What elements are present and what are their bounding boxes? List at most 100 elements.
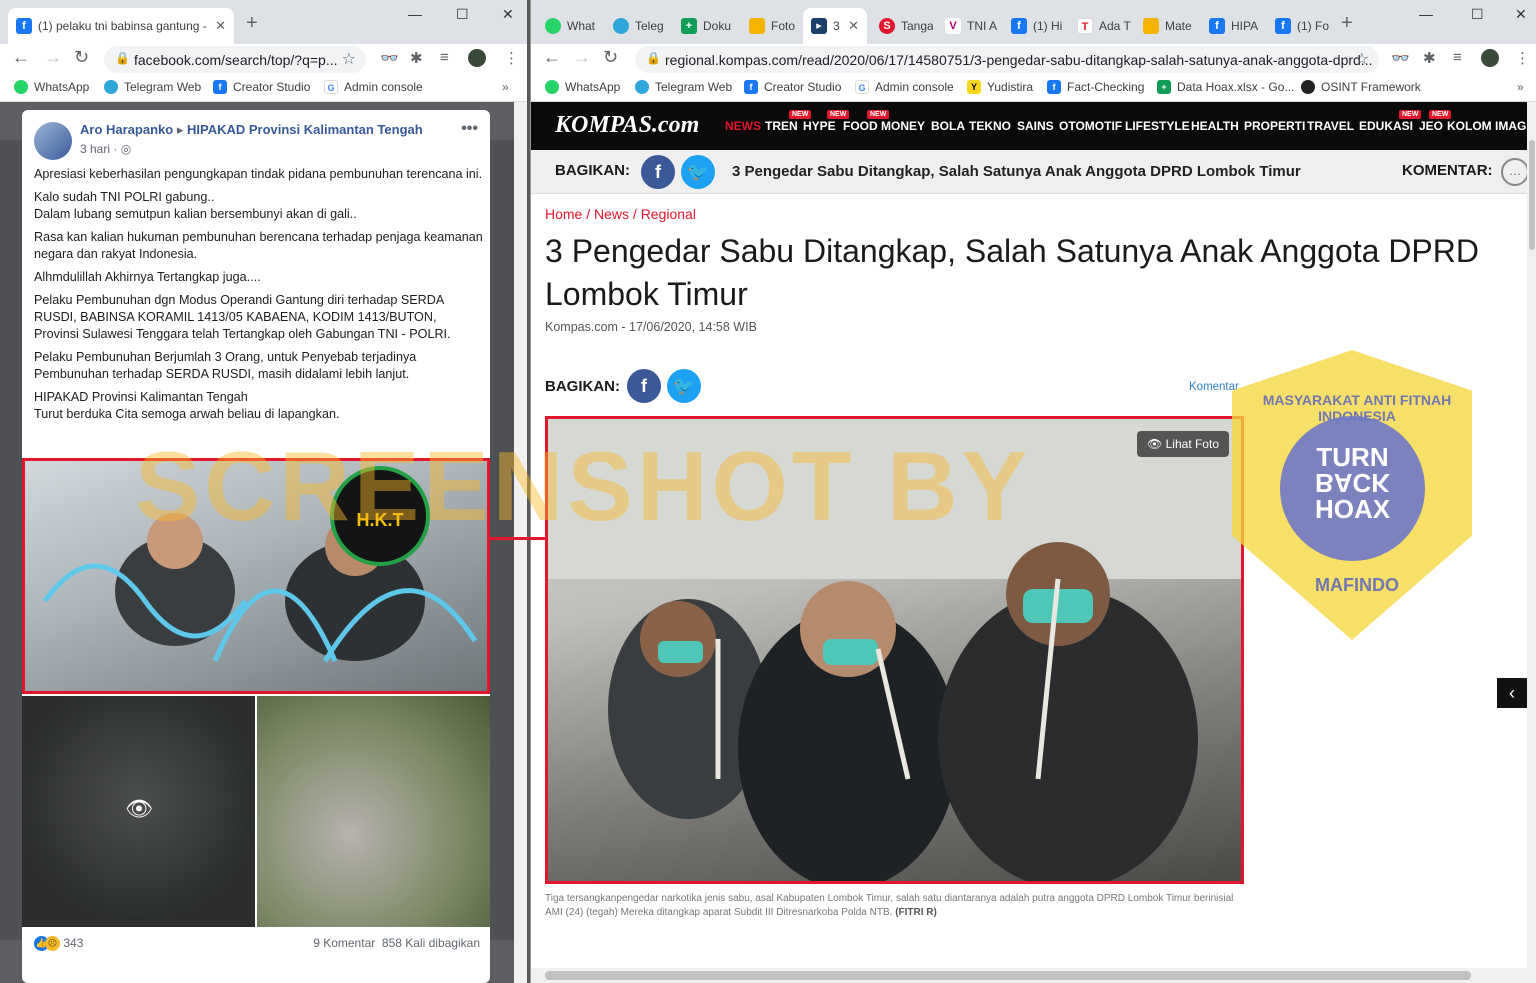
new-tab-icon[interactable]: + [246, 12, 258, 35]
close-window-icon[interactable]: ✕ [1515, 6, 1527, 23]
sad-reaction-icon[interactable]: ☹ [45, 936, 60, 952]
forward-icon[interactable]: → [573, 47, 591, 68]
vertical-scroll-thumb[interactable] [1529, 140, 1535, 250]
close-tab-icon[interactable]: ✕ [848, 18, 859, 34]
address-bar[interactable]: 🔒 regional.kompas.com/read/2020/06/17/14… [635, 46, 1379, 73]
breadcrumb-text[interactable]: Home / News / Regional [545, 206, 696, 222]
maximize-icon[interactable]: ☐ [456, 6, 469, 23]
bookmark-star-icon[interactable]: ☆ [1355, 49, 1369, 69]
lihat-foto-button[interactable]: 👁 Lihat Foto [1137, 431, 1229, 457]
new-tab-icon[interactable]: + [1341, 12, 1353, 35]
menu-lifestyle[interactable]: LIFESTYLE [1125, 119, 1190, 133]
menu-jeo[interactable]: JEO [1419, 119, 1443, 133]
breadcrumb[interactable]: Home / News / Regional [545, 206, 696, 222]
tab-tni[interactable]: V TNI A [937, 8, 999, 44]
tab-telegram[interactable]: Teleg [605, 8, 667, 44]
menu-hype[interactable]: HYPE [803, 119, 836, 133]
tab-doku[interactable]: + Doku [673, 8, 735, 44]
bookmark-admin-console[interactable]: G Admin console [324, 80, 423, 94]
bookmark-creator-studio[interactable]: f Creator Studio [213, 80, 310, 94]
comment-bubble-icon[interactable]: … [1501, 158, 1529, 186]
media-queue-icon[interactable]: ≡ [440, 49, 449, 66]
chevron-left-icon[interactable]: ‹ [1497, 678, 1527, 708]
tab-facebook-search[interactable]: f (1) pelaku tni babinsa gantung - ✕ [8, 8, 234, 44]
back-icon[interactable]: ← [543, 47, 561, 68]
post-photo-blurred-soldier[interactable] [257, 696, 490, 927]
bookmark-data-hoax[interactable]: + Data Hoax.xlsx - Go... [1157, 80, 1294, 94]
post-options-icon[interactable]: ••• [461, 120, 478, 138]
menu-otomotif[interactable]: OTOMOTIF [1059, 119, 1122, 133]
menu-food[interactable]: FOOD [843, 119, 878, 133]
bookmark-whatsapp[interactable]: WhatsApp [545, 80, 620, 94]
tab-facebook-2[interactable]: f (1) Fo [1267, 8, 1329, 44]
reload-icon[interactable]: ↻ [603, 47, 618, 68]
back-icon[interactable]: ← [12, 47, 30, 68]
article-photo-suspects[interactable]: 👁 Lihat Foto [545, 416, 1244, 884]
close-tab-icon[interactable]: ✕ [215, 18, 226, 34]
post-photo-suspects-highlighted[interactable]: H.K.T [22, 458, 490, 694]
author-avatar[interactable] [34, 122, 72, 160]
tab-tanga[interactable]: S Tanga [871, 8, 933, 44]
group-name[interactable]: HIPAKAD Provinsi Kalimantan Tengah [187, 122, 423, 137]
bookmarks-overflow-icon[interactable]: » [1517, 80, 1524, 94]
share-count[interactable]: 858 Kali dibagikan [382, 936, 480, 950]
tab-foto[interactable]: Foto [741, 8, 803, 44]
tab-mate[interactable]: Mate [1135, 8, 1197, 44]
menu-dots-icon[interactable]: ⋮ [1515, 49, 1530, 67]
minimize-icon[interactable]: — [408, 6, 422, 22]
comment-count[interactable]: 9 Komentar [313, 936, 375, 950]
reaction-count[interactable]: 343 [63, 936, 83, 950]
menu-tekno[interactable]: TEKNO [969, 119, 1011, 133]
menu-bola[interactable]: BOLA [931, 119, 965, 133]
facebook-share-icon[interactable]: f [641, 155, 675, 189]
menu-money[interactable]: MONEY [881, 119, 925, 133]
address-bar[interactable]: 🔒 facebook.com/search/top/?q=p... ☆ [104, 46, 366, 73]
media-queue-icon[interactable]: ≡ [1453, 49, 1462, 66]
forward-icon[interactable]: → [44, 47, 62, 68]
post-author-line[interactable]: Aro Harapanko ▸ HIPAKAD Provinsi Kaliman… [80, 122, 423, 138]
horizontal-scroll-thumb[interactable] [545, 971, 1471, 980]
bookmark-star-icon[interactable]: ☆ [342, 49, 356, 69]
minimize-icon[interactable]: — [1419, 6, 1433, 22]
bookmark-telegram[interactable]: Telegram Web [104, 80, 201, 94]
tab-ada[interactable]: T Ada T [1069, 8, 1131, 44]
bookmark-yudistira[interactable]: Y Yudistira [967, 80, 1033, 94]
post-time[interactable]: 3 hari · ◎ [80, 142, 423, 156]
page-scrollbar[interactable] [514, 102, 527, 983]
profile-avatar[interactable] [468, 49, 486, 67]
menu-health[interactable]: HEALTH [1191, 119, 1239, 133]
reload-icon[interactable]: ↻ [74, 47, 89, 68]
bookmark-telegram[interactable]: Telegram Web [635, 80, 732, 94]
bookmark-fact-checking[interactable]: f Fact-Checking [1047, 80, 1144, 94]
bookmark-osint[interactable]: OSINT Framework [1301, 80, 1421, 94]
profile-avatar[interactable] [1481, 49, 1499, 67]
komentar-link[interactable]: Komentar [1189, 381, 1239, 393]
bookmark-whatsapp[interactable]: WhatsApp [14, 80, 89, 94]
close-window-icon[interactable]: ✕ [502, 6, 514, 23]
extensions-puzzle-icon[interactable]: ✱ [410, 49, 423, 67]
twitter-share-icon[interactable]: 🐦 [681, 155, 715, 189]
extension-glasses-icon[interactable]: 👓 [380, 49, 399, 67]
tab-kompas-active[interactable]: ▸ 3 ✕ [803, 8, 867, 44]
menu-dots-icon[interactable]: ⋮ [504, 49, 519, 67]
menu-sains[interactable]: SAINS [1017, 119, 1054, 133]
author-name[interactable]: Aro Harapanko [80, 122, 173, 137]
tab-facebook-1[interactable]: f (1) Hi [1003, 8, 1065, 44]
horizontal-scrollbar[interactable] [531, 968, 1527, 983]
extension-glasses-icon[interactable]: 👓 [1391, 49, 1410, 67]
twitter-share-icon[interactable]: 🐦 [667, 369, 701, 403]
menu-news[interactable]: NEWS [725, 119, 761, 133]
menu-travel[interactable]: TRAVEL [1307, 119, 1354, 133]
tab-hipa[interactable]: f HIPA [1201, 8, 1263, 44]
bookmark-creator-studio[interactable]: f Creator Studio [744, 80, 841, 94]
tab-whatsapp[interactable]: What [537, 8, 599, 44]
menu-edukasi[interactable]: EDUKASI [1359, 119, 1413, 133]
extensions-puzzle-icon[interactable]: ✱ [1423, 49, 1436, 67]
bookmarks-overflow-icon[interactable]: » [502, 80, 509, 94]
menu-tren[interactable]: TREN [765, 119, 798, 133]
menu-kolom[interactable]: KOLOM [1447, 119, 1492, 133]
bookmark-admin-console[interactable]: G Admin console [855, 80, 954, 94]
post-photo-blurred[interactable]: 👁 [22, 696, 255, 927]
maximize-icon[interactable]: ☐ [1471, 6, 1484, 23]
menu-properti[interactable]: PROPERTI [1244, 119, 1305, 133]
